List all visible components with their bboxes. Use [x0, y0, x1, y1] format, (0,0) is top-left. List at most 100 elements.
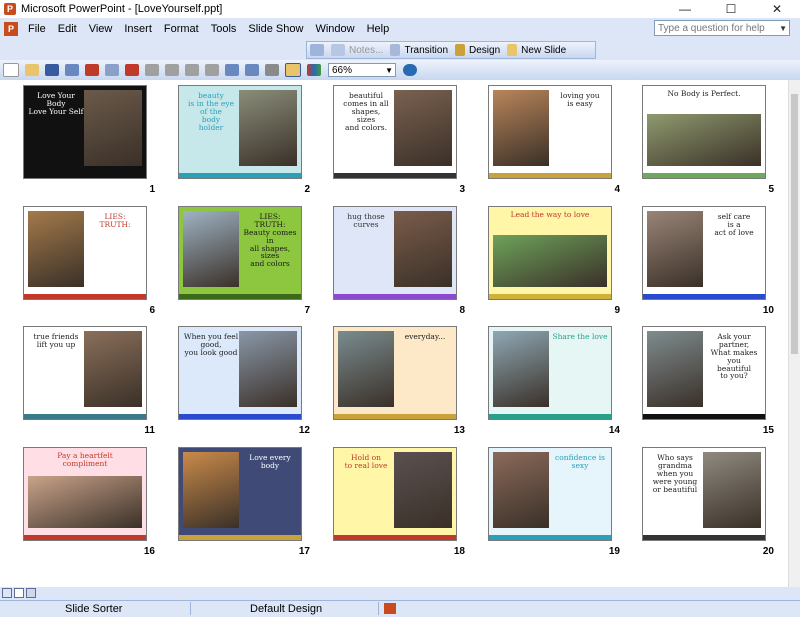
slide-photo [183, 211, 239, 287]
menu-view[interactable]: View [83, 18, 119, 40]
slide-footer-band [334, 535, 456, 540]
slide-photo [394, 211, 452, 287]
permission-icon[interactable] [65, 64, 79, 76]
menu-slide-show[interactable]: Slide Show [242, 18, 309, 40]
slide-number: 14 [608, 425, 620, 436]
menu-format[interactable]: Format [158, 18, 205, 40]
new-slide-icon [507, 44, 518, 56]
chevron-down-icon[interactable]: ▼ [779, 21, 787, 37]
save-icon[interactable] [45, 64, 59, 76]
minimize-button[interactable]: — [662, 0, 708, 18]
slide-thumbnail[interactable]: LIES: TRUTH: Beauty comes in all shapes,… [178, 206, 302, 300]
slide-photo [394, 452, 452, 528]
slide-photo [493, 452, 549, 528]
print-preview-icon[interactable] [105, 64, 119, 76]
redo-icon[interactable] [245, 64, 259, 76]
slide-footer-band [643, 535, 765, 540]
slide-thumbnail[interactable]: true friends lift you up [23, 326, 147, 420]
maximize-button[interactable]: ☐ [708, 0, 754, 18]
vertical-scrollbar[interactable] [788, 80, 800, 587]
slide-number: 8 [459, 305, 465, 316]
slide-thumbnail[interactable]: No Body is Perfect. [642, 85, 766, 179]
slide-photo [84, 90, 142, 166]
slide-thumbnail[interactable]: Pay a heartfelt compliment [23, 447, 147, 541]
undo-icon[interactable] [225, 64, 239, 76]
slide-thumbnail[interactable]: Lead the way to love [488, 206, 612, 300]
slide-footer-band [489, 414, 611, 419]
slide-footer-band [489, 294, 611, 299]
slide-title: everyday... [404, 332, 446, 341]
design-button[interactable]: Design [469, 45, 500, 56]
slide-photo [647, 114, 761, 166]
slide-title: LIES: TRUTH: Beauty comes in all shapes,… [243, 212, 297, 269]
document-icon[interactable]: P [4, 22, 18, 36]
slide-thumbnail[interactable]: When you feel good, you look good [178, 326, 302, 420]
menu-insert[interactable]: Insert [118, 18, 158, 40]
paste-icon[interactable] [185, 64, 199, 76]
help-icon[interactable] [403, 64, 417, 76]
notes-button[interactable]: Notes... [349, 45, 383, 56]
slide-title: true friends lift you up [33, 332, 79, 349]
slide-thumbnail[interactable]: Who says grandma when you were young or … [642, 447, 766, 541]
new-slide-button[interactable]: New Slide [521, 45, 566, 56]
slide-photo [493, 331, 549, 407]
slide-photo [703, 452, 761, 528]
slide-number: 17 [298, 546, 310, 557]
menu-file[interactable]: File [22, 18, 52, 40]
slide-thumbnail[interactable]: Share the love [488, 326, 612, 420]
spelling-icon[interactable] [384, 603, 396, 614]
slide-title: self care is a act of love [714, 212, 754, 237]
slide-footer-band [179, 535, 301, 540]
cut-icon[interactable] [145, 64, 159, 76]
slide-thumbnail[interactable]: loving you is easy [488, 85, 612, 179]
help-search-input[interactable]: Type a question for help ▼ [654, 20, 790, 36]
new-icon[interactable] [3, 63, 19, 77]
powerpoint-app-icon: P [4, 3, 16, 15]
slide-thumbnail[interactable]: beauty is in the eye of the body holder [178, 85, 302, 179]
slide-show-view-icon[interactable] [26, 588, 36, 598]
format-painter-icon[interactable] [205, 64, 219, 76]
summary-slide-icon[interactable] [331, 44, 345, 56]
transition-button[interactable]: Transition [404, 45, 448, 56]
help-search-placeholder: Type a question for help [658, 23, 765, 34]
menu-help[interactable]: Help [361, 18, 396, 40]
slide-sorter-view-icon[interactable] [14, 588, 24, 598]
research-icon[interactable] [125, 64, 139, 76]
hide-slide-icon[interactable] [310, 44, 324, 56]
slide-thumbnail[interactable]: hug those curves [333, 206, 457, 300]
zoom-select[interactable]: 66% ▼ [328, 63, 396, 77]
color-icon[interactable] [307, 64, 321, 76]
slide-title: Share the love [552, 332, 608, 341]
menu-edit[interactable]: Edit [52, 18, 83, 40]
slide-thumbnail[interactable]: LIES: TRUTH: [23, 206, 147, 300]
slide-photo [239, 90, 297, 166]
show-formatting-icon[interactable] [265, 64, 279, 76]
slide-thumbnail[interactable]: Love Your Body Love Your Self [23, 85, 147, 179]
slide-thumbnail[interactable]: everyday... [333, 326, 457, 420]
normal-view-icon[interactable] [2, 588, 12, 598]
slide-sorter-area[interactable]: Love Your Body Love Your Self 1 beauty is … [0, 80, 788, 587]
close-button[interactable]: ✕ [754, 0, 800, 18]
slide-title: beauty is in the eye of the body holder [187, 91, 235, 132]
copy-icon[interactable] [165, 64, 179, 76]
slide-number: 10 [762, 305, 774, 316]
scrollbar-thumb[interactable] [791, 94, 798, 354]
print-icon[interactable] [85, 64, 99, 76]
chevron-down-icon[interactable]: ▼ [385, 64, 393, 78]
slide-thumbnail[interactable]: Hold on to real love [333, 447, 457, 541]
slide-thumbnail[interactable]: confidence is sexy [488, 447, 612, 541]
slide-photo [647, 331, 703, 407]
slide-thumbnail[interactable]: beautiful comes in all shapes, sizes and… [333, 85, 457, 179]
menu-bar: P File Edit View Insert Format Tools Sli… [0, 18, 800, 40]
slide-thumbnail[interactable]: self care is a act of love [642, 206, 766, 300]
slide-number: 1 [149, 184, 155, 195]
menu-tools[interactable]: Tools [205, 18, 243, 40]
slide-title: LIES: TRUTH: [99, 212, 131, 229]
slide-thumbnail[interactable]: Ask your partner, What makes you beautif… [642, 326, 766, 420]
slide-number: 4 [614, 184, 620, 195]
status-separator [190, 602, 191, 615]
grayscale-icon[interactable] [285, 63, 301, 77]
menu-window[interactable]: Window [309, 18, 360, 40]
slide-thumbnail[interactable]: Love every body [178, 447, 302, 541]
open-icon[interactable] [25, 64, 39, 76]
